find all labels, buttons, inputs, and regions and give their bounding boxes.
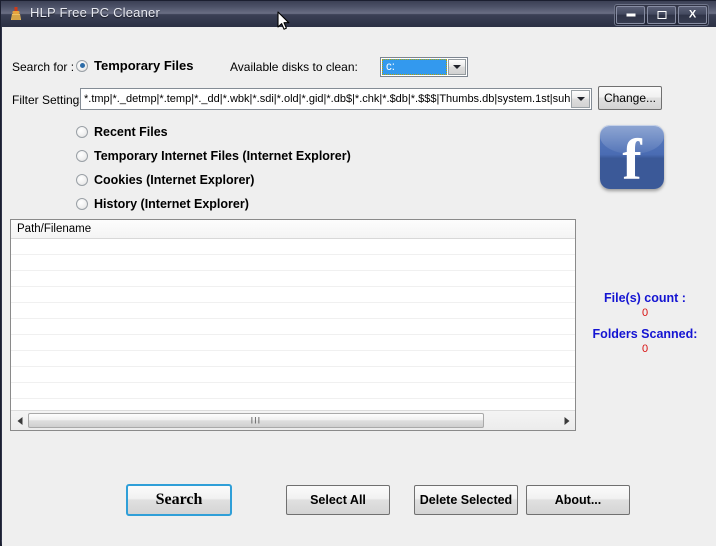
radio-label-history: History (Internet Explorer) [94,197,249,211]
disk-select[interactable]: c: [380,57,468,77]
about-button[interactable]: About... [526,485,630,515]
close-icon: X [688,8,697,21]
radio-indicator-recent-files [76,126,88,138]
change-button[interactable]: Change... [598,86,662,110]
disk-select-value: c: [382,59,447,75]
radio-temporary-files[interactable]: Temporary Files [76,58,193,73]
chevron-down-icon[interactable] [571,90,590,108]
close-button[interactable]: X [678,6,707,24]
radio-temporary-internet-files[interactable]: Temporary Internet Files (Internet Explo… [76,149,351,163]
filter-settings-value: *.tmp|*._detmp|*.temp|*._dd|*.wbk|*.sdi|… [84,93,570,105]
folders-scanned-label: Folders Scanned: [592,327,698,341]
minimize-button[interactable] [616,6,645,24]
list-item[interactable] [11,303,575,319]
select-all-button[interactable]: Select All [286,485,390,515]
title-bar: HLP Free PC Cleaner X [1,1,716,27]
maximize-button[interactable] [647,6,676,24]
radio-label-temporary-internet-files: Temporary Internet Files (Internet Explo… [94,149,351,163]
files-count-value: 0 [641,307,649,319]
window-controls: X [614,4,709,26]
window-title: HLP Free PC Cleaner [30,5,161,20]
facebook-letter: f [622,127,642,190]
radio-indicator-history [76,198,88,210]
list-item[interactable] [11,383,575,399]
client-area: Search for : Temporary Files Available d… [2,27,716,546]
results-list-rows[interactable] [11,239,575,411]
radio-label-temporary-files: Temporary Files [94,58,194,73]
list-item[interactable] [11,255,575,271]
list-item[interactable] [11,351,575,367]
scroll-left-arrow[interactable] [11,412,28,429]
scrollbar-thumb[interactable]: III [28,413,484,428]
radio-recent-files[interactable]: Recent Files [76,125,168,139]
radio-indicator-cookies [76,174,88,186]
radio-label-recent-files: Recent Files [94,125,168,139]
radio-cookies[interactable]: Cookies (Internet Explorer) [76,173,254,187]
list-item[interactable] [11,287,575,303]
column-header-path-filename: Path/Filename [11,220,575,239]
horizontal-scrollbar[interactable]: III [11,410,575,430]
list-item[interactable] [11,335,575,351]
list-item[interactable] [11,367,575,383]
list-item[interactable] [11,239,575,255]
filter-settings-combo[interactable]: *.tmp|*._detmp|*.temp|*._dd|*.wbk|*.sdi|… [80,88,592,110]
chevron-down-icon[interactable] [448,59,466,75]
folders-scanned-value: 0 [641,343,649,355]
delete-selected-button[interactable]: Delete Selected [414,485,518,515]
results-list[interactable]: Path/Filename III [10,219,576,431]
filter-settings-label: Filter Settings: [12,93,89,107]
radio-label-cookies: Cookies (Internet Explorer) [94,173,255,187]
search-for-label: Search for : [12,60,75,74]
scrollbar-track[interactable]: III [28,412,558,429]
scrollbar-grip: III [250,415,262,425]
application-window: HLP Free PC Cleaner X Search for : Tempo… [0,0,716,546]
radio-indicator-temporary-files [76,59,88,72]
radio-indicator-temporary-internet-files [76,150,88,162]
files-count-label: File(s) count : [604,291,686,305]
radio-history[interactable]: History (Internet Explorer) [76,197,249,211]
search-button[interactable]: Search [126,484,232,516]
list-item[interactable] [11,271,575,287]
list-item[interactable] [11,319,575,335]
facebook-icon[interactable]: f [600,125,664,189]
broom-icon [8,6,24,22]
scroll-right-arrow[interactable] [558,412,575,429]
available-disks-label: Available disks to clean: [230,60,358,74]
